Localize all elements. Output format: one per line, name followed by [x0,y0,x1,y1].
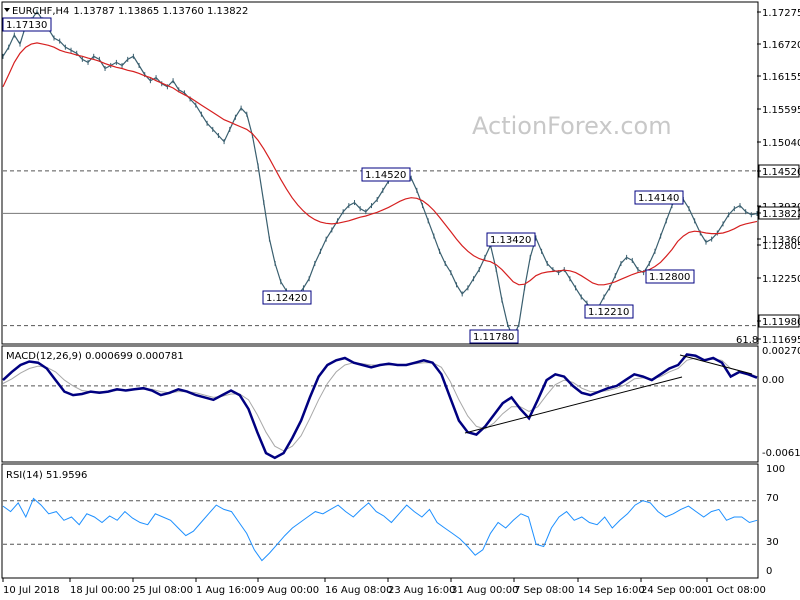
time-axis-tick-label: 14 Sep 16:00 [578,585,645,596]
price-axis-tick-label: 1.15040 [762,138,800,149]
macd-signal-series [2,357,758,452]
price-axis-tick-label: 1.16720 [762,40,800,51]
macd-axis-tick-label: 0.00 [762,375,784,386]
price-annotation-label: 1.12800 [649,272,690,283]
price-axis-tick-label: 1.14520 [762,167,800,178]
time-axis-tick-label: 1 Oct 08:00 [707,585,766,596]
rsi-axis-tick-label: 30 [766,537,779,548]
price-annotation-label: 1.12420 [266,293,307,304]
price-annotation-label: 1.11780 [473,332,514,343]
price-axis-tick-label: 1.17275 [762,8,800,19]
time-axis-tick-label: 25 Jul 08:00 [133,585,193,596]
price-annotation-label: 1.14520 [365,170,406,181]
price-layer: 1.17130 1.12420 1.14520 1.13420 1.11780 1.141… [2,9,758,346]
rsi-series [2,497,758,562]
rsi-panel-frame [1,463,759,579]
time-axis-tick-label: 1 Aug 16:00 [196,585,257,596]
time-axis-tick-label: 18 Jul 00:00 [70,585,130,596]
time-axis-tick-label: 31 Aug 00:00 [451,585,518,596]
watermark: ActionForex.com [472,112,672,140]
price-header: EURCHF,H4 1.13787 1.13865 1.13760 1.13822 [12,6,248,17]
macd-panel-frame [1,345,759,463]
time-axis-tick-label: 7 Sep 08:00 [514,585,574,596]
symbol-timeframe: EURCHF,H4 [12,6,69,17]
price-annotation-label: 1.12210 [588,307,629,318]
macd-layer [2,353,758,460]
price-axis-tick-label: 1.12805 [762,241,800,252]
price-axis-tick-label: 1.11980 [762,317,800,328]
price-annotation-label: 1.17130 [6,20,47,31]
rsi-axis-tick-label: 70 [766,493,779,504]
chart-canvas: ActionForex.com 1.171301.124201.145201.1… [1,1,800,596]
price-annotation-label: 1.14140 [638,193,679,204]
rsi-layer [2,497,758,562]
fib-label: 61.8 [736,335,758,346]
macd-axis-tick-label: 0.002708 [762,346,800,357]
time-axis-tick-label: 16 Aug 08:00 [325,585,392,596]
dropdown-arrow-icon[interactable] [4,8,10,12]
macd-axis-tick-label: -0.006148 [762,448,800,459]
macd-series [2,353,758,460]
axis-layer: 1.17275 1.16720 1.16155 1.15595 1.15040 1.145… [2,8,800,596]
rsi-header: RSI(14) 51.9596 [6,470,87,481]
time-axis-tick-label: 9 Aug 00:00 [258,585,319,596]
price-axis-tick-label: 1.13822 [762,209,800,220]
ohlc-values: 1.13787 1.13865 1.13760 1.13822 [73,6,248,17]
time-axis-tick-label: 24 Sep 00:00 [641,585,708,596]
price-axis-tick-label: 1.11695 [762,335,800,346]
time-axis-tick-label: 23 Aug 16:00 [388,585,455,596]
time-axis-tick-label: 10 Jul 2018 [3,585,60,596]
moving-average-series [2,42,758,286]
rsi-axis-tick-label: 0 [766,566,772,577]
rsi-axis-tick-label: 100 [766,464,785,475]
macd-trendline-resistance [679,354,753,375]
price-axis-tick-label: 1.16155 [762,72,800,83]
macd-header: MACD(12,26,9) 0.000699 0.000781 [6,351,184,362]
price-axis-tick-label: 1.12250 [762,274,800,285]
price-axis-tick-label: 1.15595 [762,105,800,116]
price-annotation-label: 1.13420 [490,235,531,246]
